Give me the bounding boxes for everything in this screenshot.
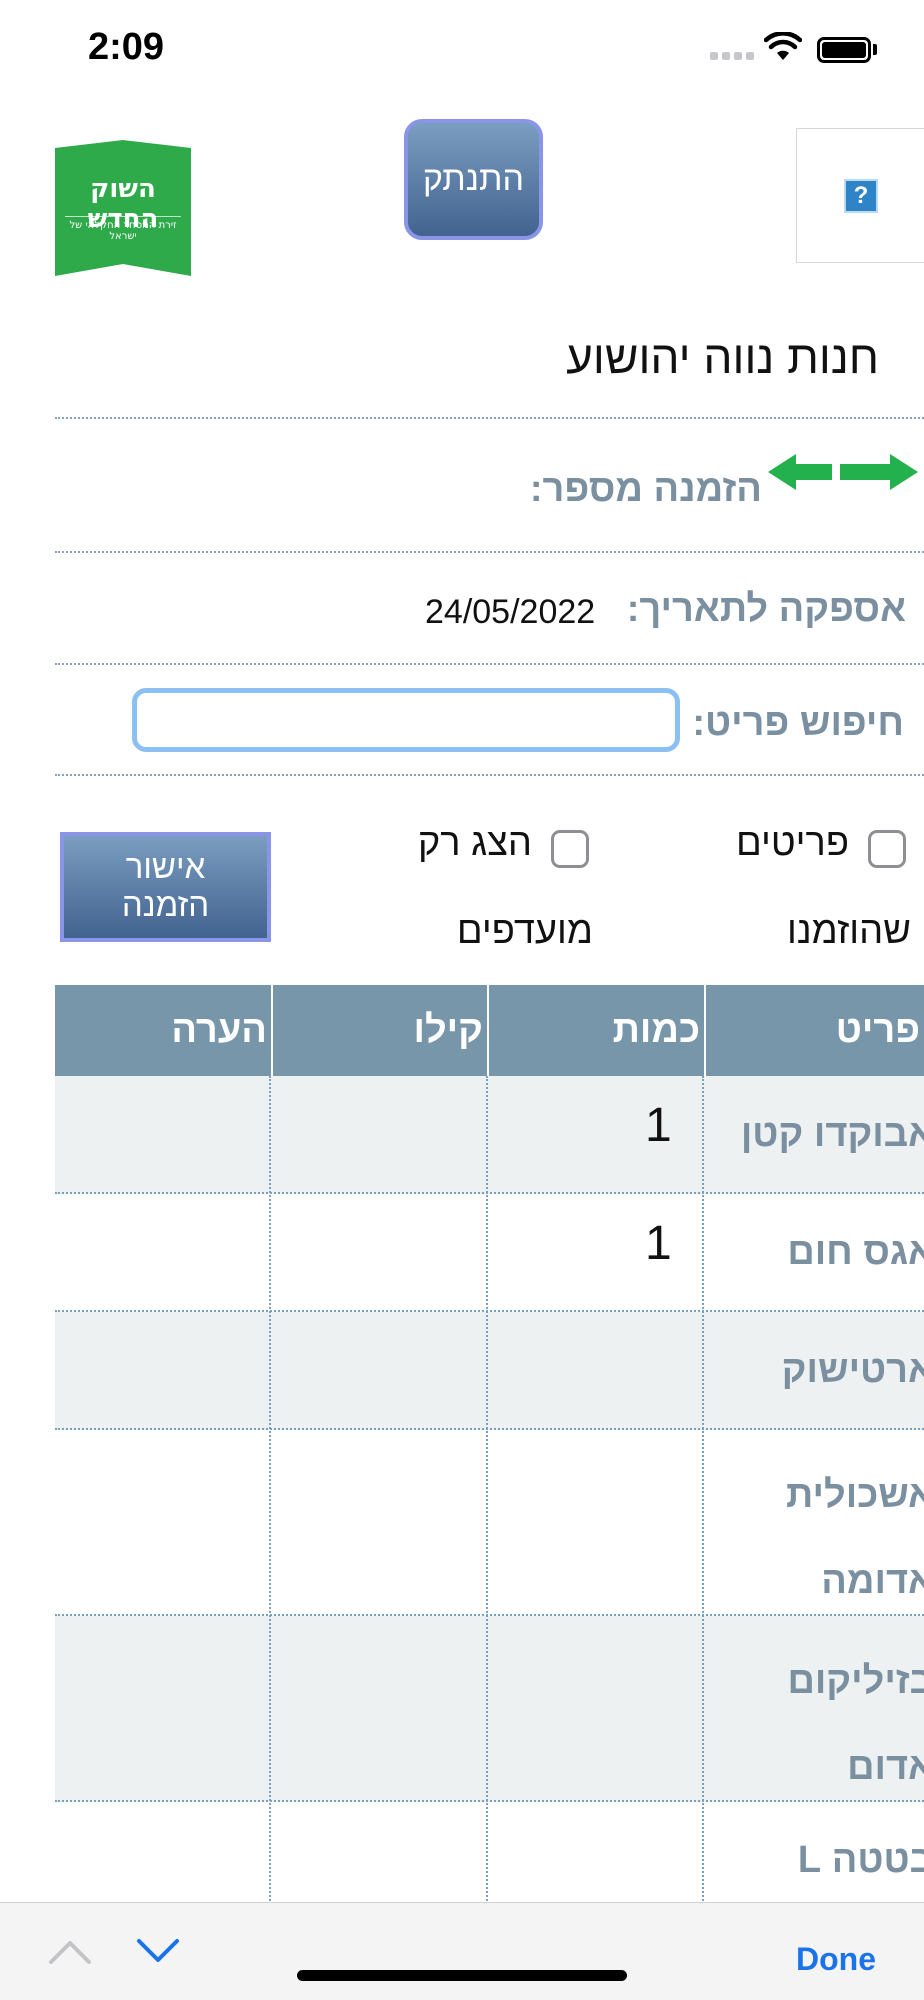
- table-row[interactable]: אבוקדו קטן 1: [55, 1076, 924, 1194]
- order-items-table: פריט כמות קילו הערה אבוקדו קטן 1 אגס חום…: [55, 985, 924, 1905]
- status-time: 2:09: [88, 26, 165, 68]
- row-quantity[interactable]: 1: [645, 1216, 672, 1271]
- column-header-item: פריט: [706, 985, 924, 1076]
- row-item-name: בזיליקום אדום: [787, 1660, 924, 1788]
- home-indicator[interactable]: [297, 1970, 627, 1981]
- column-header-quantity: כמות: [489, 985, 704, 1076]
- help-button[interactable]: ?: [796, 128, 924, 263]
- favorites-only-checkbox[interactable]: [551, 830, 589, 868]
- logo-subtitle: זירת המסחר החקלאי של ישראל: [65, 216, 181, 242]
- wifi-icon: [763, 31, 803, 67]
- column-divider: [486, 1076, 488, 1905]
- question-mark-icon: ?: [844, 179, 878, 213]
- search-item-input[interactable]: [132, 688, 680, 752]
- column-divider: [702, 1076, 704, 1905]
- ordered-items-label-line1: פריטים: [735, 822, 849, 864]
- ordered-items-label-line2: שהוזמנו: [787, 910, 911, 952]
- approve-order-button[interactable]: אישור הזמנה: [60, 832, 271, 942]
- keyboard-accessory-bar: Done: [0, 1902, 924, 2000]
- divider: [55, 551, 924, 553]
- delivery-date-value: 24/05/2022: [425, 593, 596, 631]
- row-item-name: אשכולית אדומה: [786, 1474, 924, 1602]
- divider: [55, 663, 924, 665]
- market-logo: השוק החדש זירת המסחר החקלאי של ישראל: [55, 140, 191, 276]
- order-page: 2:09 השוק החדש זירת המסחר החקלאי של ישרא…: [0, 0, 924, 2000]
- previous-order-arrow-icon[interactable]: [768, 454, 832, 490]
- store-name: חנות נווה יהושוע: [566, 331, 879, 383]
- table-row[interactable]: בזיליקום אדום: [55, 1616, 924, 1802]
- next-order-arrow-icon[interactable]: [840, 454, 918, 490]
- row-item-name: בטטה L: [797, 1839, 924, 1881]
- row-item-name: ארטישוק: [781, 1349, 924, 1391]
- order-number-label: הזמנה מספר:: [529, 468, 762, 510]
- table-row[interactable]: אשכולית אדומה: [55, 1430, 924, 1616]
- done-button[interactable]: Done: [796, 1941, 876, 1978]
- column-header-kilo: קילו: [273, 985, 487, 1076]
- battery-tip: [873, 44, 877, 55]
- approve-order-label-line2: הזמנה: [121, 886, 210, 923]
- approve-order-label-line1: אישור: [125, 848, 206, 885]
- column-header-note: הערה: [55, 985, 271, 1076]
- divider: [55, 417, 924, 419]
- divider: [55, 774, 924, 776]
- chevron-down-icon[interactable]: [136, 1937, 180, 1970]
- ordered-items-checkbox[interactable]: [868, 830, 906, 868]
- order-navigation-arrows: [768, 452, 918, 497]
- delivery-date-label: אספקה לתאריך:: [626, 588, 906, 630]
- favorites-only-label-line2: מועדפים: [456, 910, 593, 952]
- battery-icon: [817, 37, 871, 63]
- table-row[interactable]: ארטישוק: [55, 1312, 924, 1430]
- cellular-signal-icon: [710, 52, 754, 60]
- row-item-name: אגס חום: [787, 1231, 924, 1273]
- search-item-label: חיפוש פריט:: [692, 702, 904, 744]
- disconnect-button[interactable]: התנתק: [404, 119, 543, 240]
- favorites-only-label-line1: הצג רק: [417, 822, 532, 864]
- row-item-name: אבוקדו קטן: [740, 1113, 924, 1155]
- table-row[interactable]: בטטה L: [55, 1802, 924, 1905]
- table-row[interactable]: אגס חום 1: [55, 1194, 924, 1312]
- column-divider: [269, 1076, 271, 1905]
- row-quantity[interactable]: 1: [645, 1098, 672, 1153]
- chevron-up-icon[interactable]: [48, 1937, 92, 1970]
